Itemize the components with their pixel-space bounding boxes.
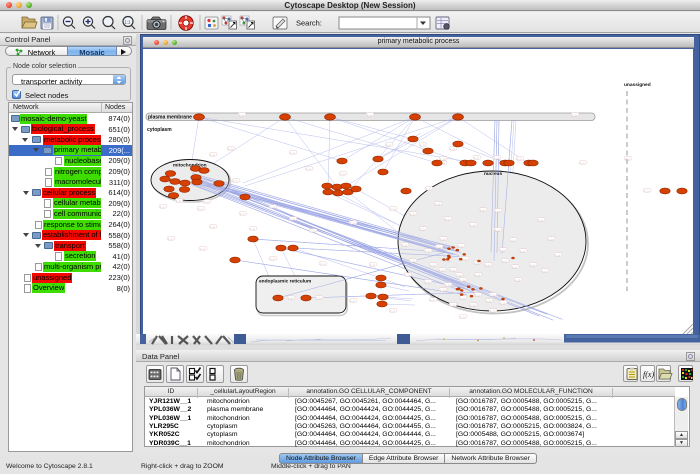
svg-text:(...): (...) <box>440 237 444 241</box>
svg-text:(...): (...) <box>475 273 479 277</box>
svg-text:(...): (...) <box>502 259 506 263</box>
svg-text:(...): (...) <box>239 113 243 117</box>
svg-text:(...): (...) <box>316 296 320 300</box>
svg-text:(...): (...) <box>555 253 559 257</box>
svg-text:(...): (...) <box>515 278 519 282</box>
svg-text:(...): (...) <box>474 156 478 160</box>
svg-text:(...): (...) <box>168 237 172 241</box>
svg-text:(...): (...) <box>410 212 414 216</box>
svg-text:(...): (...) <box>445 217 449 221</box>
svg-text:(...): (...) <box>458 244 462 248</box>
svg-text:(...): (...) <box>370 263 374 267</box>
svg-text:(...): (...) <box>420 143 424 147</box>
svg-text:(...): (...) <box>440 288 444 292</box>
svg-text:(...): (...) <box>350 299 354 303</box>
svg-text:(...): (...) <box>310 229 314 233</box>
svg-text:(...): (...) <box>470 303 474 307</box>
svg-text:(...): (...) <box>270 257 274 261</box>
svg-text:(...): (...) <box>228 147 232 151</box>
svg-text:(...): (...) <box>160 205 164 209</box>
svg-text:(...): (...) <box>500 301 504 305</box>
svg-text:(...): (...) <box>450 268 454 272</box>
svg-text:(...): (...) <box>350 221 354 225</box>
svg-text:f(x): f(x) <box>643 370 654 379</box>
svg-text:(...): (...) <box>500 248 504 252</box>
svg-text:(...): (...) <box>475 293 479 297</box>
svg-text:plasma membrane: plasma membrane <box>148 115 192 121</box>
svg-text:(...): (...) <box>485 263 489 267</box>
svg-text:(...): (...) <box>644 189 648 193</box>
svg-text:unassigned: unassigned <box>624 82 651 88</box>
svg-text:(...): (...) <box>450 147 454 151</box>
svg-text:(...): (...) <box>210 225 214 229</box>
svg-text:(...): (...) <box>430 263 434 267</box>
svg-text:(...): (...) <box>198 207 202 211</box>
svg-text:(...): (...) <box>462 257 466 261</box>
svg-text:Search:: Search: <box>296 19 322 28</box>
svg-text:1:1: 1:1 <box>125 20 131 25</box>
svg-text:(...): (...) <box>410 259 414 263</box>
svg-text:(...): (...) <box>439 268 443 272</box>
svg-text:(...): (...) <box>445 283 449 287</box>
svg-text:(...): (...) <box>450 303 454 307</box>
svg-text:(...): (...) <box>538 218 542 222</box>
svg-text:(...): (...) <box>270 205 274 209</box>
svg-text:(...): (...) <box>340 172 344 176</box>
svg-text:(...): (...) <box>486 299 490 303</box>
svg-text:(...): (...) <box>306 167 310 171</box>
svg-text:(...): (...) <box>490 293 494 297</box>
svg-text:(...): (...) <box>436 245 440 249</box>
svg-text:(...): (...) <box>288 296 292 300</box>
svg-text:(...): (...) <box>390 309 394 313</box>
svg-text:(...): (...) <box>176 199 180 203</box>
svg-text:cytoplasm: cytoplasm <box>147 127 172 133</box>
svg-text:(...): (...) <box>367 113 371 117</box>
svg-text:(...): (...) <box>548 237 552 241</box>
svg-text:(...): (...) <box>320 262 324 266</box>
svg-text:(...): (...) <box>386 143 390 147</box>
svg-text:(...): (...) <box>233 179 237 183</box>
svg-text:(...): (...) <box>425 249 429 253</box>
svg-text:(...): (...) <box>460 296 464 300</box>
svg-text:(...): (...) <box>494 156 498 160</box>
svg-text:endoplasmic reticulum: endoplasmic reticulum <box>259 279 311 285</box>
svg-text:(...): (...) <box>210 153 214 157</box>
svg-text:(...): (...) <box>520 249 524 253</box>
svg-text:(...): (...) <box>250 227 254 231</box>
svg-text:(...): (...) <box>204 200 208 204</box>
svg-text:(...): (...) <box>460 315 464 319</box>
svg-text:(...): (...) <box>512 265 516 269</box>
svg-text:(...): (...) <box>542 269 546 273</box>
svg-text:(...): (...) <box>420 227 424 231</box>
svg-text:(...): (...) <box>495 209 499 213</box>
svg-text:(...): (...) <box>460 278 464 282</box>
svg-text:(...): (...) <box>426 187 430 191</box>
svg-text:(...): (...) <box>530 263 534 267</box>
svg-text:(...): (...) <box>480 208 484 212</box>
svg-text:(...): (...) <box>572 113 576 117</box>
svg-text:(...): (...) <box>580 161 584 165</box>
svg-text:(...): (...) <box>390 207 394 211</box>
svg-text:(...): (...) <box>490 309 494 313</box>
svg-text:(...): (...) <box>425 280 429 284</box>
svg-text:(...): (...) <box>435 202 439 206</box>
svg-text:(...): (...) <box>240 212 244 216</box>
svg-text:(...): (...) <box>470 223 474 227</box>
svg-text:(...): (...) <box>290 217 294 221</box>
svg-text:(...): (...) <box>200 247 204 251</box>
svg-text:(...): (...) <box>510 238 514 242</box>
svg-text:(...): (...) <box>402 243 406 247</box>
svg-text:(...): (...) <box>456 273 460 277</box>
svg-text:(...): (...) <box>495 228 499 232</box>
svg-text:(...): (...) <box>290 151 294 155</box>
svg-text:(...): (...) <box>430 298 434 302</box>
svg-text:(...): (...) <box>405 273 409 277</box>
svg-text:(...): (...) <box>517 157 521 161</box>
